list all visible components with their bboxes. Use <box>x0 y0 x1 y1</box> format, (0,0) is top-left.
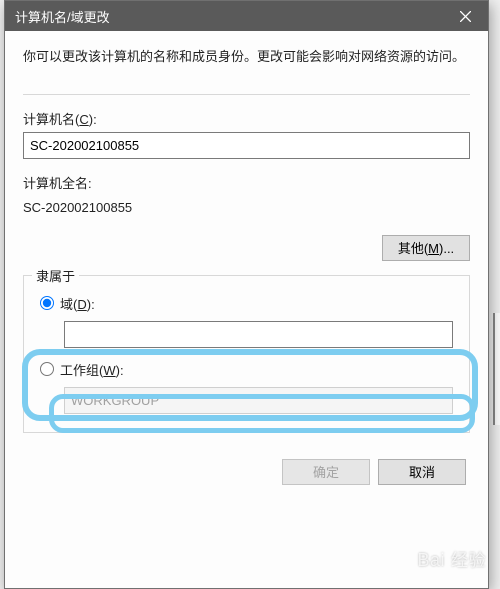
member-of-legend: 隶属于 <box>32 266 79 285</box>
dialog-window: 计算机名/域更改 你可以更改该计算机的名称和成员身份。更改可能会影响对网络资源的… <box>4 0 489 589</box>
titlebar: 计算机名/域更改 <box>5 1 488 31</box>
background-strip <box>493 313 500 425</box>
member-of-groupbox: 隶属于 域(D): 工作组(W): <box>23 275 470 433</box>
full-computer-name-label: 计算机全名: <box>23 173 470 192</box>
computer-name-label: 计算机名(C): <box>23 109 470 128</box>
dialog-content: 你可以更改该计算机的名称和成员身份。更改可能会影响对网络资源的访问。 计算机名(… <box>5 31 488 485</box>
cancel-button[interactable]: 取消 <box>378 459 466 485</box>
domain-label: 域(D): <box>60 294 95 313</box>
full-computer-name-value: SC-202002100855 <box>23 200 470 215</box>
window-title: 计算机名/域更改 <box>15 7 110 26</box>
close-icon <box>460 11 471 22</box>
description-text: 你可以更改该计算机的名称和成员身份。更改可能会影响对网络资源的访问。 <box>23 47 470 68</box>
workgroup-label: 工作组(W): <box>60 360 124 379</box>
other-button[interactable]: 其他(M)... <box>382 235 470 261</box>
divider <box>23 94 470 95</box>
ok-button: 确定 <box>282 459 370 485</box>
workgroup-radio[interactable] <box>40 362 54 376</box>
computer-name-input[interactable] <box>23 132 470 159</box>
domain-radio[interactable] <box>40 296 54 310</box>
close-button[interactable] <box>443 1 488 31</box>
workgroup-input <box>64 387 453 414</box>
domain-input[interactable] <box>64 321 453 348</box>
